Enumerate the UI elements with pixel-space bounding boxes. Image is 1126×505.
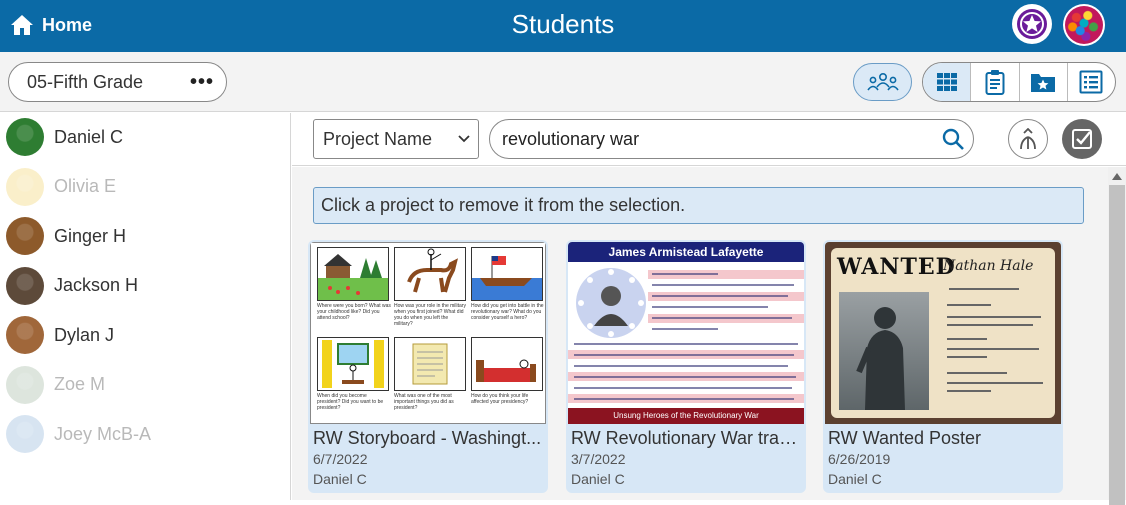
statue-photo (839, 292, 929, 410)
scrollbar[interactable] (1108, 167, 1126, 505)
student-list: Daniel C Olivia E Ginger H Jackson H Dylan J… (0, 113, 291, 500)
project-date: 3/7/2022 (571, 451, 626, 467)
search-bar: Project Name (292, 113, 1126, 166)
student-item[interactable]: Ginger H (6, 216, 126, 256)
student-item[interactable]: Dylan J (6, 315, 114, 355)
user-avatar[interactable] (1063, 4, 1105, 46)
list-view-button[interactable] (1068, 63, 1115, 101)
poster-title: James Armistead Lafayette (568, 242, 804, 262)
student-avatar (6, 316, 44, 354)
assignments-view-button[interactable] (971, 63, 1020, 101)
student-avatar (6, 118, 44, 156)
page-title: Students (511, 9, 615, 39)
student-name: Ginger H (54, 225, 127, 246)
list-view-icon (1079, 70, 1103, 94)
project-thumbnail: Where were you born? What was your child… (310, 242, 546, 424)
project-card[interactable]: WANTED Nathan Hale RW Wanted Poster 6/26… (823, 240, 1063, 493)
class-toolbar: 05-Fifth Grade ••• (0, 52, 1126, 112)
student-avatar (6, 167, 44, 206)
project-author: Daniel C (828, 471, 882, 487)
student-item[interactable]: Joey McB-A (6, 414, 151, 454)
project-title: RW Revolutionary War tradi... (571, 428, 801, 448)
student-avatar (6, 266, 44, 305)
project-thumbnail: James Armistead Lafayette Unsung Heroes … (568, 242, 804, 424)
select-mode-button[interactable] (1062, 119, 1102, 159)
star-badge-button[interactable] (1012, 4, 1052, 44)
class-selector[interactable]: 05-Fifth Grade ••• (8, 62, 227, 102)
poster-title: WANTED (837, 254, 956, 280)
clipboard-icon (985, 70, 1005, 95)
student-avatar (6, 217, 44, 255)
poster-name: Nathan Hale (943, 258, 1034, 274)
poster-footer: Unsung Heroes of the Revolutionary War (568, 408, 804, 424)
group-icon (866, 72, 899, 91)
search-input[interactable] (502, 128, 941, 150)
filter-dropdown-label: Project Name (323, 128, 433, 149)
class-selector-label: 05-Fifth Grade (27, 71, 144, 92)
filter-dropdown[interactable]: Project Name (313, 119, 479, 159)
group-students-button[interactable] (853, 63, 912, 101)
student-name: Zoe M (54, 374, 106, 394)
project-thumbnail: WANTED Nathan Hale (825, 242, 1061, 424)
student-item[interactable]: Olivia E (6, 167, 116, 207)
student-item[interactable]: Daniel C (6, 117, 123, 157)
scroll-up-arrow[interactable] (1112, 173, 1122, 180)
search-field (489, 119, 974, 159)
grid-view-icon (936, 73, 957, 91)
student-item[interactable]: Jackson H (6, 266, 138, 306)
student-avatar (6, 365, 44, 404)
search-icon[interactable] (941, 127, 965, 151)
project-area: Click a project to remove it from the se… (292, 167, 1108, 500)
student-name: Jackson H (54, 275, 139, 295)
portfolio-view-button[interactable] (1020, 63, 1068, 101)
project-date: 6/26/2019 (828, 451, 891, 467)
project-card[interactable]: James Armistead Lafayette Unsung Heroes … (566, 240, 806, 493)
project-title: RW Storyboard - Washingt... (313, 428, 542, 448)
project-title: RW Wanted Poster (828, 428, 982, 448)
project-card[interactable]: Where were you born? What was your child… (308, 240, 548, 493)
project-author: Daniel C (571, 471, 625, 487)
merge-icon (1020, 128, 1036, 150)
project-date: 6/7/2022 (313, 451, 368, 467)
chevron-down-icon (458, 135, 470, 143)
student-name: Joey McB-A (54, 423, 152, 444)
selection-notice: Click a project to remove it from the se… (313, 187, 1084, 224)
student-name: Olivia E (54, 176, 117, 196)
checkbox-icon (1072, 129, 1092, 149)
project-author: Daniel C (313, 471, 367, 487)
grid-view-button[interactable] (923, 63, 972, 101)
scrollbar-thumb[interactable] (1109, 185, 1125, 505)
student-avatar (6, 415, 44, 453)
merge-button[interactable] (1008, 119, 1048, 159)
student-item[interactable]: Zoe M (6, 365, 105, 405)
more-options-icon[interactable]: ••• (190, 71, 214, 94)
folder-star-icon (1031, 74, 1056, 92)
student-name: Dylan J (54, 324, 115, 345)
star-badge-icon (1017, 9, 1047, 39)
top-bar: Home Students (0, 0, 1126, 52)
student-name: Daniel C (54, 126, 124, 147)
view-switcher (922, 62, 1116, 102)
